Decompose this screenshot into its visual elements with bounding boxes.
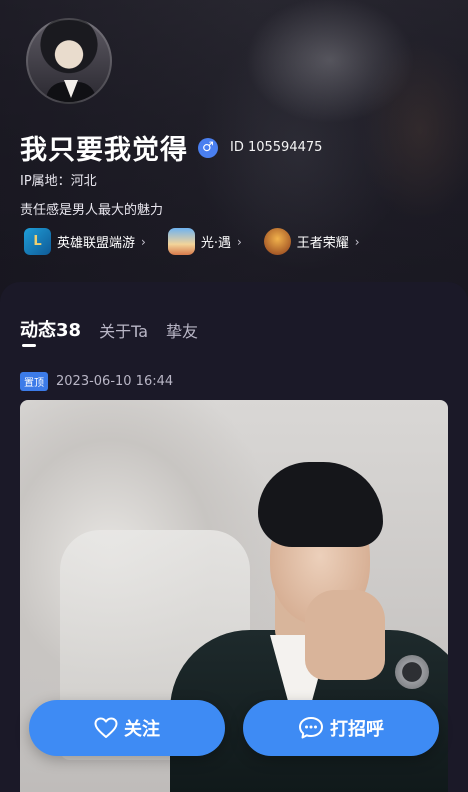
follow-label: 关注 [124,719,160,740]
game-list: L 英雄联盟端游 › 光·遇 › 王者荣耀 › [24,228,382,255]
profile-name: 我只要我觉得 [20,135,188,166]
image-hand [305,590,385,680]
say-hi-label: 打招呼 [330,719,384,740]
chevron-right-icon: › [354,234,360,249]
post-meta: 置顶 2023-06-10 16:44 [20,372,173,391]
tab-bar: 动态38 关于Ta 挚友 [20,316,216,342]
tab-close-friends[interactable]: 挚友 [166,318,198,342]
image-hair [258,462,383,547]
active-tab-indicator [22,344,36,347]
chat-bubble-icon [299,717,323,739]
chevron-right-icon: › [236,234,242,249]
game-item-lol[interactable]: L 英雄联盟端游 › [24,228,146,255]
honor-of-kings-icon [263,228,291,255]
avatar[interactable] [26,18,112,104]
follow-button[interactable]: 关注 [29,700,225,756]
game-label: 英雄联盟端游 [57,236,136,251]
tab-about[interactable]: 关于Ta [99,318,148,342]
ip-location: IP属地：河北 [20,174,97,189]
sky-game-icon [167,228,195,255]
tab-posts[interactable]: 动态38 [20,316,81,342]
game-item-sky[interactable]: 光·遇 › [167,228,242,255]
chevron-right-icon: › [141,234,146,249]
league-of-legends-icon: L [24,228,51,255]
pinned-badge: 置顶 [20,372,48,391]
game-label: 王者荣耀 [296,236,349,251]
game-item-hok[interactable]: 王者荣耀 › [263,228,360,255]
male-icon: ♂ [198,137,218,158]
name-row: 我只要我觉得 ♂ ID 105594475 [20,128,322,167]
user-id: ID 105594475 [230,140,323,155]
image-watch [395,655,429,689]
bio-text: 责任感是男人最大的魅力 [20,203,164,218]
game-label: 光·遇 [200,236,231,251]
say-hi-button[interactable]: 打招呼 [243,700,439,756]
post-timestamp: 2023-06-10 16:44 [56,374,174,389]
heart-icon [94,717,118,738]
